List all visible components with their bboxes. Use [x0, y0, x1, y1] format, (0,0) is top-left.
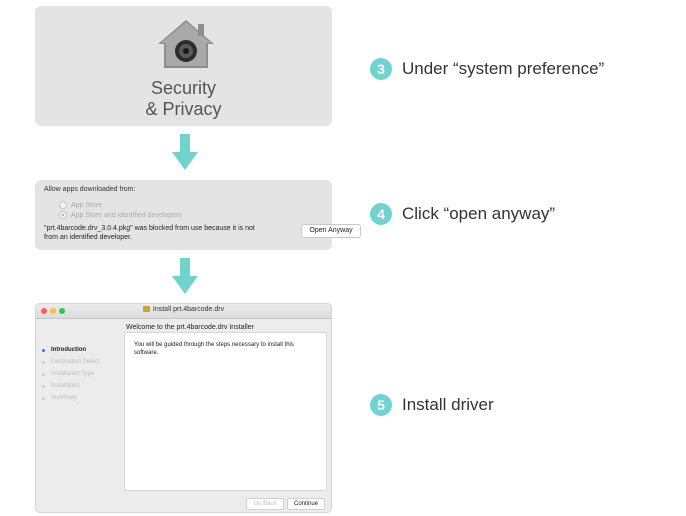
open-anyway-button[interactable]: Open Anyway — [301, 224, 361, 238]
step-installation-type: Installation Type — [42, 368, 99, 380]
step-label: Introduction — [51, 347, 86, 353]
radio-circle-checked[interactable] — [59, 211, 67, 219]
active-step-dot-icon — [42, 348, 45, 352]
blocked-message: "prt.4barcode.drv_3.0.4.pkg" was blocked… — [44, 225, 255, 241]
step-dot-icon — [42, 396, 45, 400]
security-privacy-panel[interactable]: Security & Privacy — [35, 6, 332, 126]
installer-window: Install prt.4barcode.drv Welcome to the … — [35, 303, 332, 513]
installer-steps-list: Introduction Destination Select Installa… — [42, 344, 99, 404]
instruction-step-3: 3 Under “system preference” — [370, 58, 604, 80]
allow-apps-panel: Allow apps downloaded from: App Store Ap… — [35, 180, 361, 250]
step-installation: Installation — [42, 380, 99, 392]
instruction-step-5: 5 Install driver — [370, 394, 494, 416]
window-title: Install prt.4barcode.drv — [36, 306, 331, 313]
step-number-badge: 5 — [370, 394, 392, 416]
step-destination-select: Destination Select — [42, 356, 99, 368]
instruction-text: Under “system preference” — [402, 59, 605, 78]
security-privacy-house-icon — [158, 20, 214, 68]
allow-apps-label: Allow apps downloaded from: — [44, 186, 136, 193]
step-summary: Summary — [42, 392, 99, 404]
welcome-heading: Welcome to the prt.4barcode.drv Installe… — [126, 324, 254, 331]
installer-content-area: You will be guided through the steps nec… — [124, 332, 327, 491]
step-label: Summary — [51, 395, 77, 401]
continue-button[interactable]: Continue — [287, 498, 325, 510]
security-title: Security — [150, 78, 217, 98]
radio-app-store[interactable]: App Store — [59, 201, 102, 209]
instruction-step-4: 4 Click “open anyway” — [370, 203, 555, 225]
down-arrow-icon — [172, 134, 198, 170]
step-dot-icon — [42, 372, 45, 376]
step-label: Destination Select — [51, 359, 100, 365]
go-back-button[interactable]: Go Back — [246, 498, 284, 510]
radio-label: App Store and identified developers — [71, 211, 182, 219]
step-introduction: Introduction — [42, 344, 99, 356]
down-arrow-icon — [172, 258, 198, 294]
privacy-title: & Privacy — [145, 99, 222, 119]
installer-body-text: You will be guided through the steps nec… — [134, 342, 294, 356]
package-icon — [142, 306, 150, 312]
step-label: Installation Type — [51, 371, 95, 377]
radio-identified-developers[interactable]: App Store and identified developers — [59, 211, 182, 219]
step-number-badge: 4 — [370, 203, 392, 225]
step-dot-icon — [42, 384, 45, 388]
window-title-text: Install prt.4barcode.drv — [152, 306, 225, 313]
radio-circle[interactable] — [59, 201, 67, 209]
radio-label: App Store — [71, 201, 103, 209]
instruction-text: Click “open anyway” — [402, 204, 556, 223]
step-dot-icon — [42, 360, 45, 364]
instruction-text: Install driver — [402, 395, 494, 414]
step-label: Installation — [51, 383, 80, 389]
step-number-badge: 3 — [370, 58, 392, 80]
window-titlebar[interactable]: Install prt.4barcode.drv — [36, 304, 331, 319]
